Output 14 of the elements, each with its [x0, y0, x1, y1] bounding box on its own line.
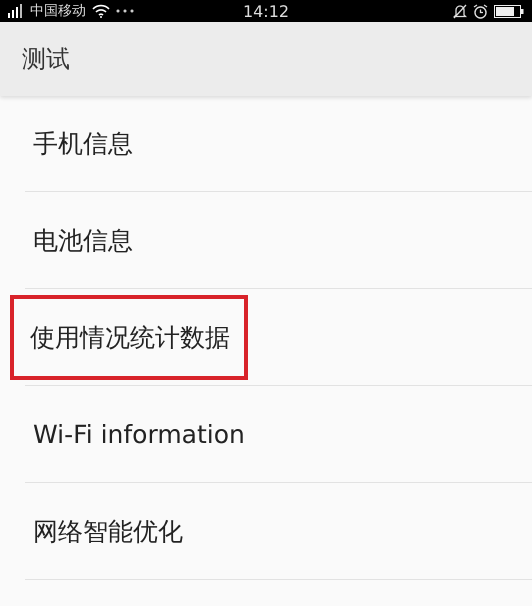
menu-item[interactable]: 网络智能优化: [25, 514, 191, 548]
signal-icon: [8, 4, 24, 18]
muted-bell-icon: [452, 4, 467, 18]
carrier-name: 中国移动: [30, 2, 86, 20]
menu-item[interactable]: 使用情况统计数据: [10, 294, 248, 380]
more-icon: [116, 9, 134, 13]
screen-title: 测试: [22, 44, 70, 75]
alarm-icon: [472, 4, 488, 18]
menu-item[interactable]: Wi-Fi information: [25, 420, 253, 448]
clock-time: 14:12: [242, 2, 290, 20]
wifi-icon: [92, 4, 110, 18]
menu-item[interactable]: 电池信息: [25, 224, 141, 256]
menu-item[interactable]: 手机信息: [25, 127, 141, 160]
battery-icon: [494, 4, 524, 18]
